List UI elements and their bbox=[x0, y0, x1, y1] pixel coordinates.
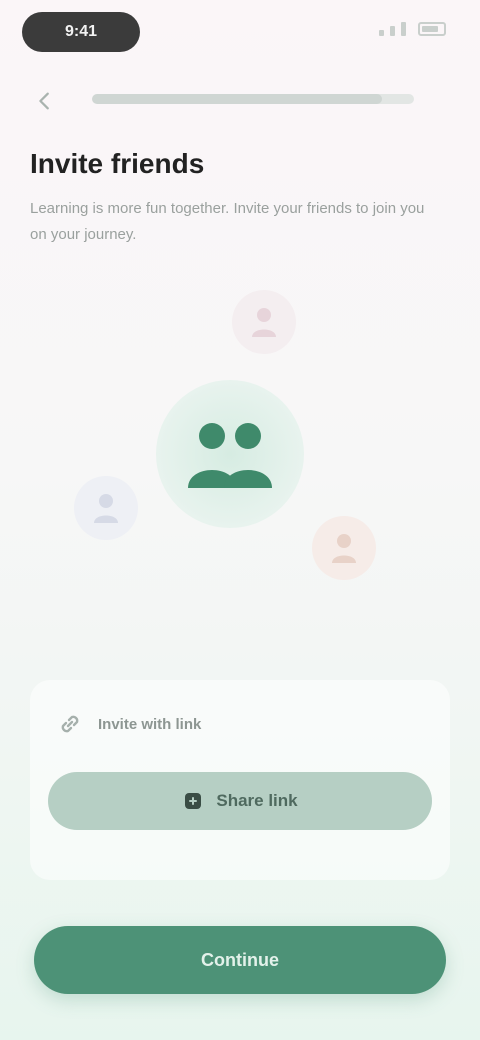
signal-icon bbox=[379, 30, 384, 36]
share-link-button[interactable]: Share link bbox=[48, 772, 432, 830]
share-icon bbox=[185, 793, 202, 809]
battery-icon bbox=[418, 22, 446, 36]
share-link-label: Share link bbox=[216, 791, 298, 810]
progress-fill bbox=[92, 94, 382, 104]
page-subtitle: Learning is more fun together. Invite yo… bbox=[30, 200, 425, 243]
signal-icon bbox=[390, 26, 395, 36]
back-button[interactable] bbox=[30, 86, 60, 116]
person-icon bbox=[94, 494, 118, 523]
continue-button[interactable]: Continue bbox=[34, 926, 446, 994]
person-icon bbox=[252, 308, 276, 337]
person-icon bbox=[332, 534, 356, 563]
onboarding-progress-bar bbox=[92, 94, 414, 104]
page-title: Invite friends bbox=[30, 148, 205, 179]
link-icon bbox=[61, 715, 79, 733]
friend-avatar-right bbox=[312, 516, 376, 580]
status-icons bbox=[379, 22, 446, 36]
nav-row bbox=[0, 80, 480, 120]
friend-avatar-top bbox=[232, 290, 296, 354]
friend-avatar-left bbox=[74, 476, 138, 540]
signal-icon bbox=[401, 22, 406, 36]
invite-card: Invite with link Share link bbox=[30, 680, 450, 880]
friends-illustration bbox=[60, 280, 420, 620]
invite-label: Invite with link bbox=[98, 715, 202, 733]
people-group-badge bbox=[156, 380, 304, 528]
status-bar: 9:41 bbox=[0, 0, 480, 64]
invite-header: Invite with link bbox=[56, 710, 201, 738]
people-group-icon bbox=[188, 423, 272, 488]
back-arrow-icon bbox=[39, 92, 49, 110]
status-time: 9:41 bbox=[22, 12, 140, 52]
